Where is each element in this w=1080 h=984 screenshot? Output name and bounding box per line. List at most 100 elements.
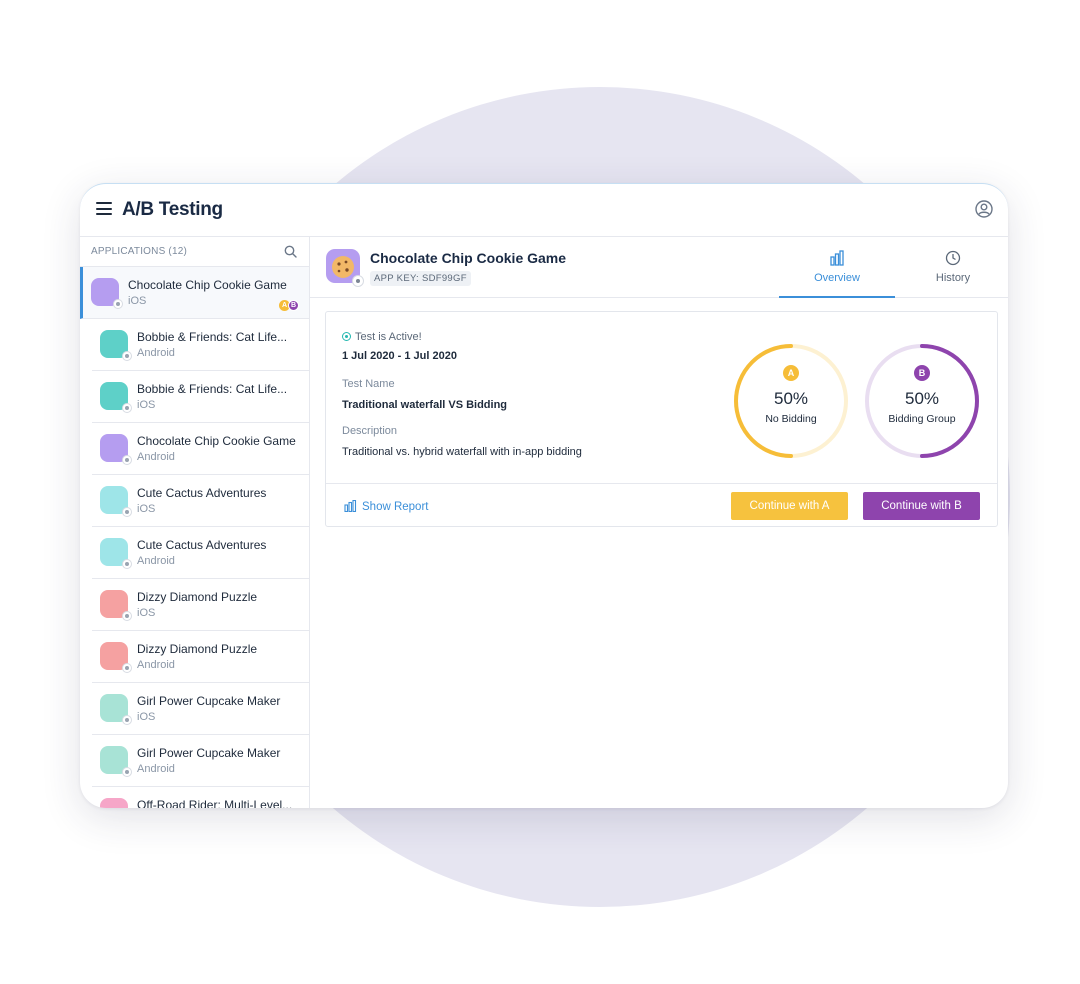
- main-panel: Chocolate Chip Cookie Game APP KEY: SDF9…: [310, 237, 1008, 808]
- show-report-label: Show Report: [362, 501, 429, 513]
- app-list-item[interactable]: Dizzy Diamond Puzzle Android: [92, 631, 309, 683]
- app-list-item-name: Girl Power Cupcake Maker: [137, 746, 281, 760]
- apple-platform-icon: [122, 403, 132, 413]
- app-list-item[interactable]: Dizzy Diamond Puzzle iOS: [92, 579, 309, 631]
- test-date-range: 1 Jul 2020 - 1 Jul 2020: [342, 350, 457, 362]
- apple-platform-icon: [122, 507, 132, 517]
- test-name-value: Traditional waterfall VS Bidding: [342, 399, 508, 411]
- apple-platform-icon: [352, 275, 364, 287]
- app-list-item-platform: iOS: [137, 711, 156, 723]
- ab-test-card: Test is Active! 1 Jul 2020 - 1 Jul 2020 …: [325, 311, 998, 527]
- bar-chart-icon: [830, 250, 844, 266]
- test-status-text: Test is Active!: [355, 331, 422, 343]
- app-list-item[interactable]: Bobbie & Friends: Cat Life... Android: [92, 319, 309, 371]
- ab-test-badges: AB: [279, 300, 301, 311]
- app-list-item-platform: Android: [137, 451, 175, 463]
- android-platform-icon: [122, 559, 132, 569]
- search-icon[interactable]: [284, 245, 297, 258]
- app-name-title: Chocolate Chip Cookie Game: [370, 250, 567, 266]
- app-key-label: APP KEY: SDF99GF: [370, 271, 471, 286]
- android-platform-icon: [122, 351, 132, 361]
- hamburger-menu-icon[interactable]: [96, 202, 112, 215]
- app-icon: [100, 746, 132, 777]
- android-platform-icon: [122, 663, 132, 673]
- app-list-item[interactable]: Cute Cactus Adventures Android: [92, 527, 309, 579]
- apple-platform-icon: [122, 611, 132, 621]
- group-a-gauge: A 50% No Bidding: [733, 343, 849, 459]
- app-list-item-platform: iOS: [128, 295, 147, 307]
- app-list-item-name: Girl Power Cupcake Maker: [137, 694, 281, 708]
- app-icon: [100, 434, 132, 465]
- group-a-caption: No Bidding: [765, 413, 817, 425]
- card-footer: Show Report Continue with A Continue wit…: [326, 483, 997, 527]
- ab-badge-b: B: [288, 300, 299, 311]
- app-list-item-name: Cute Cactus Adventures: [137, 538, 267, 552]
- android-platform-icon: [122, 767, 132, 777]
- group-b-badge: B: [914, 365, 930, 381]
- app-list-item[interactable]: Off-Road Rider: Multi-Level...: [92, 787, 309, 808]
- app-icon: [100, 538, 132, 569]
- active-status-icon: [342, 332, 351, 341]
- app-list-item-platform: iOS: [137, 607, 156, 619]
- continue-with-a-button[interactable]: Continue with A: [731, 492, 848, 520]
- app-list-item-platform: Android: [137, 347, 175, 359]
- group-b-gauge: B 50% Bidding Group: [864, 343, 980, 459]
- group-a-badge: A: [783, 365, 799, 381]
- description-label: Description: [342, 425, 398, 437]
- group-b-percent: 50%: [904, 389, 940, 408]
- android-platform-icon: [122, 455, 132, 465]
- app-icon: [100, 590, 132, 621]
- app-list-item[interactable]: Cute Cactus Adventures iOS: [92, 475, 309, 527]
- tab-overview-label: Overview: [814, 272, 860, 284]
- group-b-caption: Bidding Group: [888, 413, 956, 425]
- app-list-item-platform: Android: [137, 555, 175, 567]
- app-list-item[interactable]: Chocolate Chip Cookie Game Android: [92, 423, 309, 475]
- app-list-item-platform: iOS: [137, 503, 156, 515]
- app-icon: [91, 278, 123, 309]
- app-icon: [100, 486, 132, 517]
- description-value: Traditional vs. hybrid waterfall with in…: [342, 446, 582, 458]
- app-icon: [100, 642, 132, 673]
- clock-icon: [945, 250, 961, 266]
- app-list-item-name: Bobbie & Friends: Cat Life...: [137, 330, 288, 344]
- app-list-item-platform: iOS: [137, 399, 156, 411]
- app-list-item[interactable]: Girl Power Cupcake Maker Android: [92, 735, 309, 787]
- apple-platform-icon: [113, 299, 123, 309]
- tab-history-label: History: [935, 272, 971, 284]
- tab-history[interactable]: History: [895, 237, 1008, 298]
- applications-sidebar: APPLICATIONS (12) Chocolate Chip Cookie …: [80, 237, 310, 808]
- report-chart-icon: [344, 499, 357, 513]
- app-icon: [100, 694, 132, 725]
- app-icon-cookie: [326, 249, 364, 287]
- app-list-item-name: Cute Cactus Adventures: [137, 486, 267, 500]
- app-window: A/B Testing APPLICATIONS (12) Chocolate …: [80, 183, 1008, 808]
- app-icon: [100, 330, 132, 361]
- app-list-item-name: Bobbie & Friends: Cat Life...: [137, 382, 288, 396]
- user-profile-icon[interactable]: [975, 200, 993, 218]
- test-status: Test is Active!: [342, 331, 422, 343]
- continue-with-b-button[interactable]: Continue with B: [863, 492, 980, 520]
- app-icon: [100, 798, 128, 808]
- group-a-percent: 50%: [773, 389, 809, 408]
- app-title: A/B Testing: [122, 199, 223, 220]
- show-report-link[interactable]: Show Report: [344, 498, 428, 513]
- apple-platform-icon: [122, 715, 132, 725]
- application-list: Chocolate Chip Cookie Game iOS A B Bobbie & …: [80, 267, 309, 808]
- app-header: Chocolate Chip Cookie Game APP KEY: SDF9…: [310, 237, 1008, 298]
- app-list-item[interactable]: Bobbie & Friends: Cat Life... iOS: [92, 371, 309, 423]
- app-icon: [100, 382, 132, 413]
- applications-count-label: APPLICATIONS (12): [91, 246, 188, 257]
- test-name-label: Test Name: [342, 378, 395, 390]
- app-list-item[interactable]: Chocolate Chip Cookie Game iOS A B: [80, 267, 309, 319]
- top-bar: A/B Testing: [80, 184, 1008, 237]
- app-list-item-name: Off-Road Rider: Multi-Level...: [137, 798, 293, 808]
- app-list-item[interactable]: Girl Power Cupcake Maker iOS: [92, 683, 309, 735]
- app-list-item-name: Dizzy Diamond Puzzle: [137, 642, 258, 656]
- app-list-item-name: Chocolate Chip Cookie Game: [137, 434, 296, 448]
- sidebar-header: APPLICATIONS (12): [80, 237, 309, 267]
- app-list-item-name: Dizzy Diamond Puzzle: [137, 590, 258, 604]
- app-list-item-platform: Android: [137, 763, 175, 775]
- app-list-item-platform: Android: [137, 659, 175, 671]
- tab-overview[interactable]: Overview: [779, 237, 895, 298]
- app-list-item-name: Chocolate Chip Cookie Game: [128, 278, 287, 292]
